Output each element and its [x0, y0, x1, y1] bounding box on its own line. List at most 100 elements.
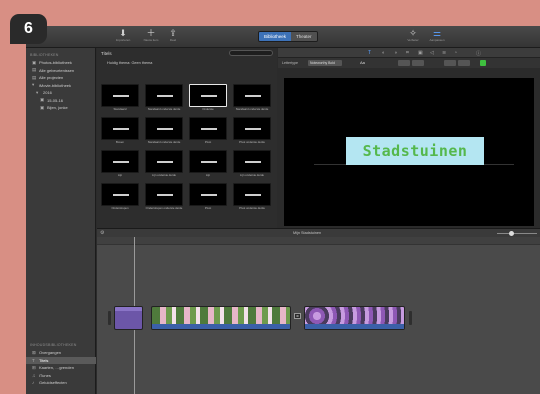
download-icon: ⬇: [119, 28, 127, 38]
sidebar-item-transitions[interactable]: ⊠ Overgangen: [26, 349, 96, 357]
content-libraries: INHOUDSBIBLIOTHEKEN ⊠ Overgangen T Titels …: [26, 338, 96, 387]
title-tile-label: Standaard onderste derde: [235, 107, 269, 111]
stabilize-icon[interactable]: ▣: [418, 50, 423, 56]
title-thumbnail: [145, 150, 183, 173]
title-tile[interactable]: Onderstrepen onderste derde: [145, 183, 183, 213]
noise-icon[interactable]: ≋: [442, 50, 446, 56]
align-left-button[interactable]: [398, 60, 410, 66]
sidebar-item-all-projects[interactable]: ▤ Alle projecten: [26, 74, 95, 82]
bold-button[interactable]: [444, 60, 456, 66]
info-icon[interactable]: ⓘ: [476, 50, 481, 57]
title-tile-label: Pivot: [204, 140, 212, 144]
timeline-ruler: [97, 237, 540, 245]
title-thumbnail: [145, 117, 183, 140]
share-button[interactable]: ⇪ Deel: [162, 28, 184, 42]
title-tile-label: Onderstrepen onderste derde: [145, 206, 183, 210]
title-thumbnail: [233, 150, 271, 173]
music-icon: ♫: [32, 372, 36, 378]
audio-track: [305, 324, 404, 329]
calendar-icon: ▣: [40, 97, 45, 103]
title-clip[interactable]: [114, 306, 143, 330]
title-tile[interactable]: Onderste: [189, 84, 227, 114]
text-color-swatch[interactable]: [480, 60, 486, 66]
title-tile-label: Pivot: [204, 206, 212, 210]
title-tile-label: Lijn: [117, 173, 123, 177]
sidebar-item-sound-effects[interactable]: ♪ Geluidseffecten: [26, 379, 96, 387]
sidebar-item-all-events[interactable]: ▤ Alle gebeurtenissen: [26, 67, 95, 75]
color-correction-icon[interactable]: ◑: [394, 50, 397, 56]
viewer: T ◐ ◑ ⌗ ▣ ◁ ≋ ◔ ⓘ Lettertype Noteworthy …: [278, 48, 540, 228]
tab-library[interactable]: Bibliotheek: [259, 32, 292, 41]
video-clip-flowers[interactable]: [151, 306, 291, 330]
title-thumbnail: [189, 150, 227, 173]
content-libraries-header: INHOUDSBIBLIOTHEKEN: [30, 343, 77, 347]
sidebar-item-imovie-library[interactable]: ▾ iMovie-bibliotheek: [26, 82, 95, 90]
theme-filter: Huidig thema: Geen thema: [107, 61, 153, 65]
title-overlay[interactable]: Stadstuinen: [346, 137, 484, 165]
video-clip-purple-flowers[interactable]: [304, 306, 405, 330]
title-thumbnail: [101, 84, 139, 107]
speed-icon[interactable]: ◔: [454, 50, 457, 56]
sidebar-item-maps[interactable]: ⊞ Kaarten, …grenden: [26, 364, 96, 372]
screenshot-stage: 6 ⬇ Importeren ＋ Nieuw item ⇪ Deel Bibli…: [0, 0, 540, 394]
map-icon: ⊞: [32, 364, 36, 370]
timeline-start-marker: [108, 311, 111, 325]
libraries-header: BIBLIOTHEKEN: [30, 53, 59, 57]
title-options-bar: Lettertype Noteworthy Bold Aa: [278, 58, 540, 68]
titles-grid: Standaard Standaard onderste derde Onderst…: [101, 84, 273, 213]
font-select[interactable]: Noteworthy Bold: [308, 60, 342, 66]
sidebar-item-event-date[interactable]: ▣ 15-05-16: [26, 97, 95, 105]
title-tile[interactable]: Pivot: [189, 117, 227, 147]
crop-icon[interactable]: ⌗: [406, 50, 409, 56]
gear-icon[interactable]: ⚙: [100, 230, 104, 236]
new-item-button[interactable]: ＋ Nieuw item: [140, 28, 162, 42]
title-tile[interactable]: Lijn: [101, 150, 139, 180]
title-tile[interactable]: Onderstrepen: [101, 183, 139, 213]
title-tile[interactable]: Standaard onderste derde: [233, 84, 271, 114]
title-icon[interactable]: T: [368, 50, 371, 56]
photo-icon: ▣: [32, 59, 37, 65]
sidebar-item-titles[interactable]: T Titels: [26, 356, 96, 364]
step-badge: 6: [10, 14, 47, 44]
italic-button[interactable]: [458, 60, 470, 66]
tab-theater[interactable]: Theater: [291, 32, 317, 41]
title-thumbnail: [145, 183, 183, 206]
search-input[interactable]: [229, 50, 273, 56]
zoom-slider-handle[interactable]: [509, 231, 514, 236]
title-thumbnail: [101, 183, 139, 206]
title-tile-label: Standaard: [113, 107, 127, 111]
color-balance-icon[interactable]: ◐: [382, 50, 385, 56]
film-icon: ▤: [32, 74, 37, 80]
title-tile[interactable]: Standaard onderste derde: [145, 117, 183, 147]
sidebar-item-2016[interactable]: ▾ 2016: [26, 89, 95, 97]
volume-icon[interactable]: ◁: [430, 50, 434, 56]
sidebar-item-itunes[interactable]: ♫ iTunes: [26, 372, 96, 380]
title-tile[interactable]: Pivot onderste derde: [233, 183, 271, 213]
plus-icon: ＋: [146, 28, 156, 38]
timeline: ⊠: [97, 237, 540, 394]
sidebar-item-event-bees[interactable]: ▣ Bijen, jonke: [26, 104, 95, 112]
transition-marker[interactable]: ⊠: [294, 313, 301, 319]
title-tile-label: Onderste: [202, 107, 214, 111]
title-tile[interactable]: Standaard onderste derde: [145, 84, 183, 114]
title-thumbnail: [233, 84, 271, 107]
title-tile[interactable]: Standaard: [101, 84, 139, 114]
audio-track: [152, 324, 290, 329]
title-tile[interactable]: Lijn: [189, 150, 227, 180]
zoom-slider-track[interactable]: [497, 233, 537, 234]
sidebar: BIBLIOTHEKEN ▣ Photos-bibliotheek ▤ Alle g…: [26, 48, 96, 394]
enhance-button[interactable]: ✧ Verbeter: [402, 28, 424, 42]
timeline-header: ⚙ Mijn Stadstuinen: [97, 228, 540, 237]
import-button[interactable]: ⬇ Importeren: [112, 28, 134, 42]
adjust-bar: T ◐ ◑ ⌗ ▣ ◁ ≋ ◔ ⓘ: [278, 48, 540, 58]
title-tile[interactable]: Pivot: [189, 183, 227, 213]
title-tile[interactable]: Lijn onderste derde: [145, 150, 183, 180]
adjust-button[interactable]: ⚌ Aanpassen: [426, 28, 448, 42]
sidebar-item-photos[interactable]: ▣ Photos-bibliotheek: [26, 59, 95, 67]
font-style-button[interactable]: Aa: [360, 60, 365, 65]
title-tile[interactable]: Lijn onderste derde: [233, 150, 271, 180]
font-label: Lettertype: [282, 61, 298, 65]
title-tile[interactable]: Pivot onderste derde: [233, 117, 271, 147]
align-center-button[interactable]: [412, 60, 424, 66]
title-tile[interactable]: Boven: [101, 117, 139, 147]
